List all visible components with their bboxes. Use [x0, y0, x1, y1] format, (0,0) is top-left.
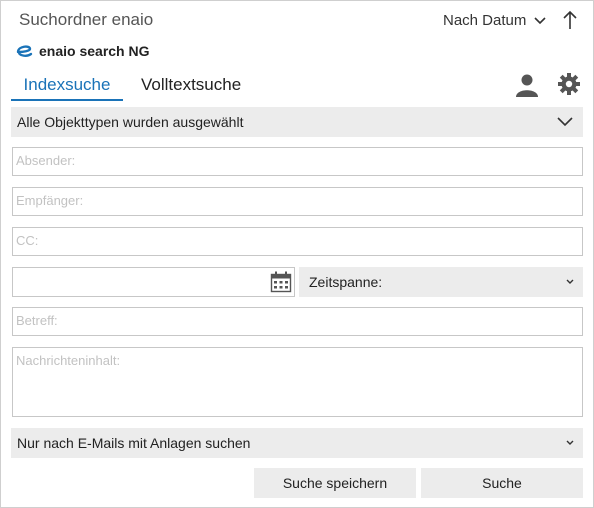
object-type-select[interactable]: Alle Objekttypen wurden ausgewählt: [11, 107, 583, 137]
brand-row: enaio search NG: [15, 43, 150, 59]
user-icon[interactable]: [515, 73, 539, 97]
chevron-down-icon: [557, 107, 573, 147]
chevron-down-icon: [565, 267, 575, 309]
cc-field[interactable]: CC:: [12, 227, 583, 256]
attachments-value: Nur nach E-Mails mit Anlagen suchen: [17, 435, 251, 451]
sort-label: Nach Datum: [443, 12, 527, 29]
save-search-button[interactable]: Suche speichern: [254, 468, 416, 498]
message-body-field[interactable]: Nachrichteninhalt:: [12, 347, 583, 417]
sort-dropdown[interactable]: Nach Datum: [443, 12, 546, 29]
recipient-field[interactable]: Empfänger:: [12, 187, 583, 216]
attachments-select[interactable]: Nur nach E-Mails mit Anlagen suchen: [11, 428, 583, 458]
message-body-placeholder: Nachrichteninhalt:: [16, 353, 121, 368]
time-range-select[interactable]: Zeitspanne:: [299, 267, 583, 297]
recipient-placeholder: Empfänger:: [16, 193, 84, 208]
title-bar: Suchordner enaio Nach Datum: [1, 1, 593, 41]
window-title: Suchordner enaio: [19, 10, 154, 29]
sender-placeholder: Absender:: [16, 153, 76, 168]
search-panel: Suchordner enaio Nach Datum enaio search…: [0, 0, 594, 508]
search-button[interactable]: Suche: [421, 468, 583, 498]
chevron-down-icon: [565, 428, 575, 470]
sender-field[interactable]: Absender:: [12, 147, 583, 176]
calendar-icon[interactable]: [270, 271, 292, 293]
brand-name: enaio search NG: [39, 43, 150, 59]
chevron-down-icon: [534, 12, 546, 29]
time-range-label: Zeitspanne:: [309, 274, 383, 290]
tab-volltextsuche[interactable]: Volltextsuche: [141, 71, 241, 99]
cc-placeholder: CC:: [16, 233, 39, 248]
tab-indexsuche[interactable]: Indexsuche: [11, 71, 123, 101]
sort-direction-up-icon[interactable]: [561, 9, 579, 31]
subject-field[interactable]: Betreff:: [12, 307, 583, 336]
subject-placeholder: Betreff:: [16, 313, 58, 328]
date-input[interactable]: [12, 267, 295, 297]
enaio-logo-icon: [15, 43, 35, 59]
object-type-value: Alle Objekttypen wurden ausgewählt: [17, 114, 244, 130]
gear-icon[interactable]: [558, 73, 580, 95]
